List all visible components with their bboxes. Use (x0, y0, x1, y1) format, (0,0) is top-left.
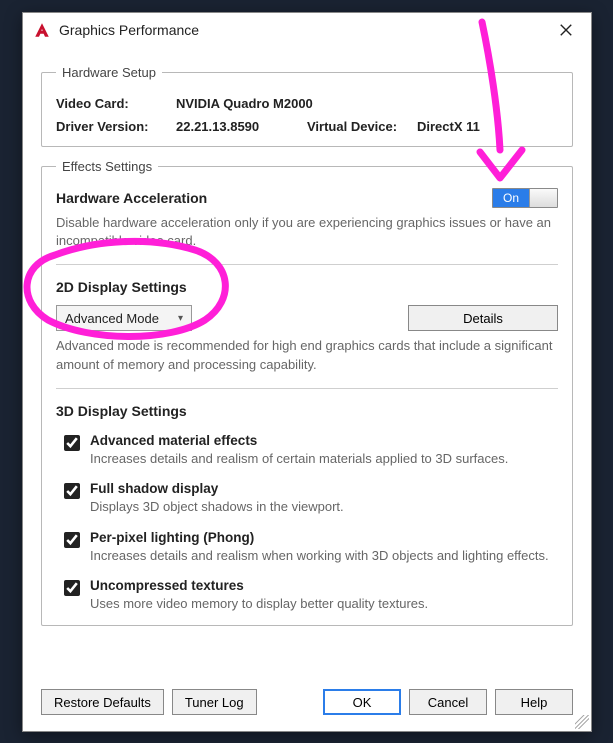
2d-mode-value: Advanced Mode (65, 311, 159, 326)
check-title: Uncompressed textures (90, 578, 558, 593)
titlebar: Graphics Performance (23, 13, 591, 47)
separator (56, 388, 558, 389)
check-title: Advanced material effects (90, 433, 558, 448)
window-title: Graphics Performance (59, 22, 551, 38)
driver-version-value: 22.21.13.8590 (176, 119, 259, 134)
advanced-material-effects-checkbox[interactable] (64, 435, 80, 451)
virtual-device-value: DirectX 11 (417, 119, 480, 134)
app-icon (33, 21, 51, 39)
effects-settings-group: Effects Settings Hardware Acceleration O… (41, 159, 573, 626)
hardware-acceleration-title: Hardware Acceleration (56, 190, 207, 206)
uncompressed-textures-checkbox[interactable] (64, 580, 80, 596)
check-title: Full shadow display (90, 481, 558, 496)
separator (56, 264, 558, 265)
2d-display-settings-title: 2D Display Settings (56, 279, 558, 295)
checkbox-item: Per-pixel lighting (Phong) Increases det… (64, 530, 558, 565)
checkbox-item: Full shadow display Displays 3D object s… (64, 481, 558, 516)
virtual-device-label: Virtual Device: (307, 119, 417, 134)
close-button[interactable] (551, 15, 581, 45)
2d-mode-desc: Advanced mode is recommended for high en… (56, 337, 558, 373)
help-button[interactable]: Help (495, 689, 573, 715)
checkbox-item: Uncompressed textures Uses more video me… (64, 578, 558, 613)
hardware-setup-legend: Hardware Setup (56, 65, 162, 80)
hardware-acceleration-toggle[interactable]: On (492, 188, 558, 208)
check-desc: Increases details and realism when worki… (90, 547, 558, 565)
resize-grip[interactable] (575, 715, 589, 729)
driver-version-label: Driver Version: (56, 119, 176, 134)
details-button[interactable]: Details (408, 305, 558, 331)
tuner-log-button[interactable]: Tuner Log (172, 689, 257, 715)
effects-settings-legend: Effects Settings (56, 159, 158, 174)
full-shadow-display-checkbox[interactable] (64, 483, 80, 499)
dialog-body: Hardware Setup Video Card: NVIDIA Quadro… (23, 47, 591, 626)
checkbox-item: Advanced material effects Increases deta… (64, 433, 558, 468)
check-title: Per-pixel lighting (Phong) (90, 530, 558, 545)
per-pixel-lighting-checkbox[interactable] (64, 532, 80, 548)
check-desc: Displays 3D object shadows in the viewpo… (90, 498, 558, 516)
dialog-footer: Restore Defaults Tuner Log OK Cancel Hel… (23, 675, 591, 731)
restore-defaults-button[interactable]: Restore Defaults (41, 689, 164, 715)
2d-mode-dropdown[interactable]: Advanced Mode ▾ (56, 305, 192, 331)
check-desc: Increases details and realism of certain… (90, 450, 558, 468)
cancel-button[interactable]: Cancel (409, 689, 487, 715)
hardware-acceleration-desc: Disable hardware acceleration only if yo… (56, 214, 558, 250)
video-card-value: NVIDIA Quadro M2000 (176, 96, 313, 111)
ok-button[interactable]: OK (323, 689, 401, 715)
3d-display-settings-title: 3D Display Settings (56, 403, 558, 419)
graphics-performance-dialog: Graphics Performance Hardware Setup Vide… (22, 12, 592, 732)
toggle-knob (529, 189, 557, 207)
chevron-down-icon: ▾ (178, 313, 183, 324)
video-card-label: Video Card: (56, 96, 176, 111)
check-desc: Uses more video memory to display better… (90, 595, 558, 613)
hardware-setup-group: Hardware Setup Video Card: NVIDIA Quadro… (41, 65, 573, 147)
toggle-on-label: On (493, 189, 529, 207)
